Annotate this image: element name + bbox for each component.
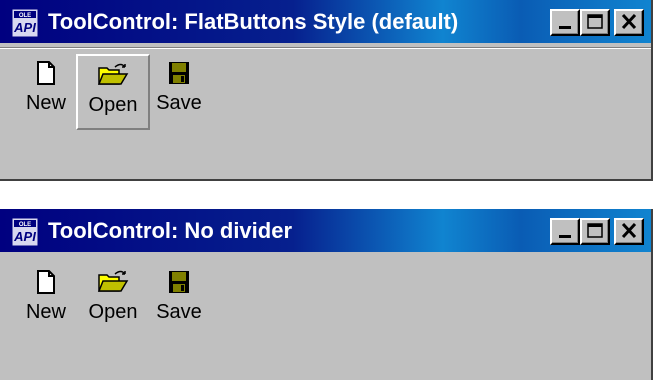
maximize-button[interactable] bbox=[580, 218, 610, 245]
minimize-icon bbox=[559, 235, 571, 238]
svg-text:API: API bbox=[13, 229, 36, 244]
toolbar-label-save: Save bbox=[156, 92, 202, 114]
toolbar-label-open: Open bbox=[88, 94, 138, 116]
new-document-icon bbox=[37, 270, 55, 294]
toolbar-button-save[interactable]: Save bbox=[151, 54, 207, 130]
toolbar: New Open Save bbox=[0, 259, 240, 359]
toolbar-button-new[interactable]: New bbox=[18, 263, 74, 339]
title-bar[interactable]: OLE API ToolControl: No divider bbox=[0, 209, 651, 252]
toolbar-divider bbox=[0, 47, 651, 49]
minimize-icon bbox=[559, 26, 571, 29]
close-button[interactable] bbox=[614, 218, 644, 245]
maximize-icon bbox=[587, 14, 603, 29]
save-disk-icon bbox=[169, 271, 189, 293]
window-no-divider: OLE API ToolControl: No divider New Open… bbox=[0, 209, 653, 380]
title-bar[interactable]: OLE API ToolControl: FlatButtons Style (… bbox=[0, 0, 651, 43]
save-disk-icon bbox=[169, 62, 189, 84]
toolbar-label-new: New bbox=[25, 92, 66, 114]
maximize-icon bbox=[587, 223, 603, 238]
close-icon bbox=[621, 222, 637, 239]
app-icon: OLE API bbox=[11, 8, 39, 38]
svg-text:API: API bbox=[13, 20, 36, 35]
toolbar: New Open Save bbox=[0, 50, 240, 150]
window-flatbuttons-style: OLE API ToolControl: FlatButtons Style (… bbox=[0, 0, 653, 181]
minimize-button[interactable] bbox=[550, 9, 580, 36]
close-button[interactable] bbox=[614, 9, 644, 36]
close-icon bbox=[621, 13, 637, 30]
toolbar-label-new: New bbox=[25, 301, 66, 323]
window-title: ToolControl: No divider bbox=[48, 218, 293, 243]
open-folder-icon bbox=[97, 270, 129, 292]
toolbar-button-open[interactable]: Open bbox=[76, 263, 150, 339]
minimize-button[interactable] bbox=[550, 218, 580, 245]
svg-text:OLE: OLE bbox=[19, 13, 31, 19]
app-icon: OLE API bbox=[11, 217, 39, 247]
toolbar-button-save[interactable]: Save bbox=[151, 263, 207, 339]
toolbar-label-save: Save bbox=[156, 301, 202, 323]
svg-text:OLE: OLE bbox=[19, 222, 31, 228]
toolbar-label-open: Open bbox=[88, 301, 138, 323]
open-folder-icon bbox=[97, 63, 129, 85]
maximize-button[interactable] bbox=[580, 9, 610, 36]
new-document-icon bbox=[37, 61, 55, 85]
toolbar-button-open[interactable]: Open bbox=[76, 54, 150, 130]
toolbar-button-new[interactable]: New bbox=[18, 54, 74, 130]
window-title: ToolControl: FlatButtons Style (default) bbox=[48, 9, 459, 34]
